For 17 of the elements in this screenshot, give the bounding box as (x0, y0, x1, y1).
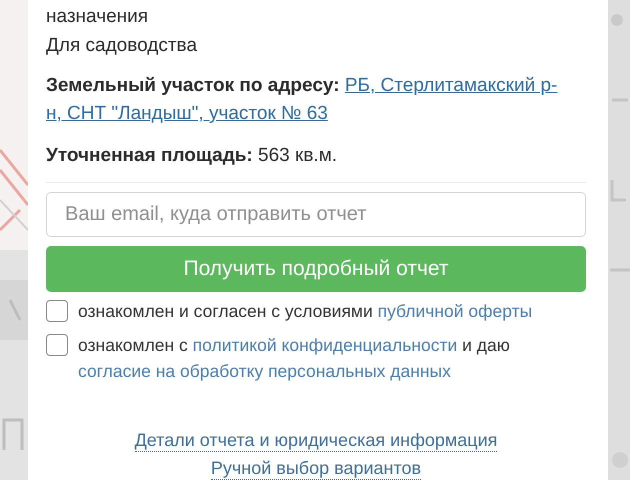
agreement-text: ознакомлен и согласен с условиями публичной оферты (78, 300, 532, 323)
email-field[interactable]: Ваш email, куда отправить отчет (46, 192, 586, 237)
purpose-text: назначения (46, 5, 150, 29)
address-link[interactable]: РБ, Стерлитамакский р- (344, 75, 558, 96)
agreement-text: ознакомлен с политикой конфиденциальности и даю согласие на обработку персональных данных (78, 334, 511, 383)
area-label: Уточненная площадь: (46, 145, 253, 166)
address-link[interactable]: н, СНТ "Ландыш", участок № 63 (46, 103, 328, 124)
footer-link[interactable]: Ручной выбор вариантов (210, 458, 422, 480)
checkbox[interactable] (46, 334, 68, 356)
agreement-link[interactable]: публичной оферты (378, 301, 532, 321)
area-value: 563 кв.м. (258, 145, 338, 166)
purpose-text: Для садоводства (46, 34, 198, 58)
checkbox[interactable] (46, 300, 68, 322)
footer-link[interactable]: Детали отчета и юридическая информация (134, 430, 498, 452)
address-label: Земельный участок по адресу: (46, 75, 340, 96)
agreement-link[interactable]: политикой конфиденциальности (192, 335, 458, 355)
agreement-link[interactable]: согласие на обработку персональных данных (78, 361, 451, 381)
